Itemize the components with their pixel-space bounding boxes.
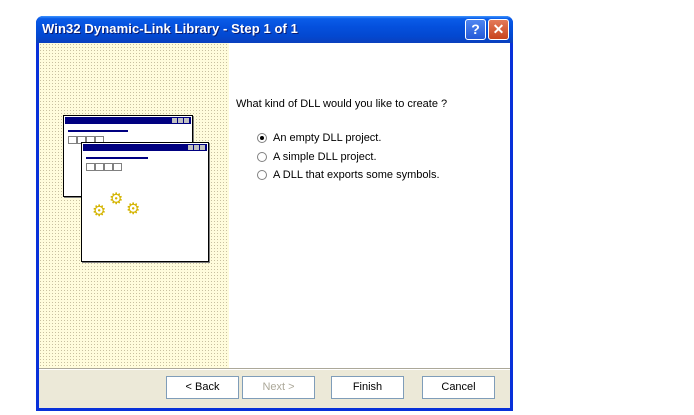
help-button[interactable]: ? (465, 19, 486, 40)
option-empty-dll[interactable]: An empty DLL project. (257, 132, 381, 144)
back-button[interactable]: < Back (166, 376, 239, 399)
window-title: Win32 Dynamic-Link Library - Step 1 of 1 (42, 21, 298, 36)
option-label: A DLL that exports some symbols. (273, 169, 440, 181)
radio-button[interactable] (257, 152, 267, 162)
option-exports-symbols[interactable]: A DLL that exports some symbols. (257, 169, 440, 181)
option-simple-dll[interactable]: A simple DLL project. (257, 151, 377, 163)
illustration-titlebar (83, 144, 207, 151)
cancel-button[interactable]: Cancel (422, 376, 495, 399)
close-button[interactable]: ✕ (488, 19, 509, 40)
radio-button[interactable] (257, 170, 267, 180)
finish-button[interactable]: Finish (331, 376, 404, 399)
dll-wizard-dialog: Win32 Dynamic-Link Library - Step 1 of 1… (36, 16, 513, 411)
option-label: An empty DLL project. (273, 132, 382, 144)
question-label: What kind of DLL would you like to creat… (236, 98, 448, 110)
wizard-illustration-panel: ⚙ ⚙ ⚙ (39, 43, 229, 368)
gear-icon: ⚙ (92, 203, 107, 220)
illustration-window-front-icon: ⚙ ⚙ ⚙ (81, 142, 209, 262)
title-bar[interactable]: Win32 Dynamic-Link Library - Step 1 of 1… (36, 16, 513, 43)
wizard-content: What kind of DLL would you like to creat… (229, 43, 510, 368)
gear-icon: ⚙ (126, 201, 141, 218)
gear-icon: ⚙ (109, 191, 124, 208)
button-divider (39, 368, 510, 370)
dialog-client-area: ⚙ ⚙ ⚙ What kind of DLL would you like to… (39, 43, 510, 408)
option-label: A simple DLL project. (273, 151, 377, 163)
radio-button-checked[interactable] (257, 133, 267, 143)
next-button[interactable]: Next > (242, 376, 315, 399)
illustration-titlebar (65, 117, 191, 124)
